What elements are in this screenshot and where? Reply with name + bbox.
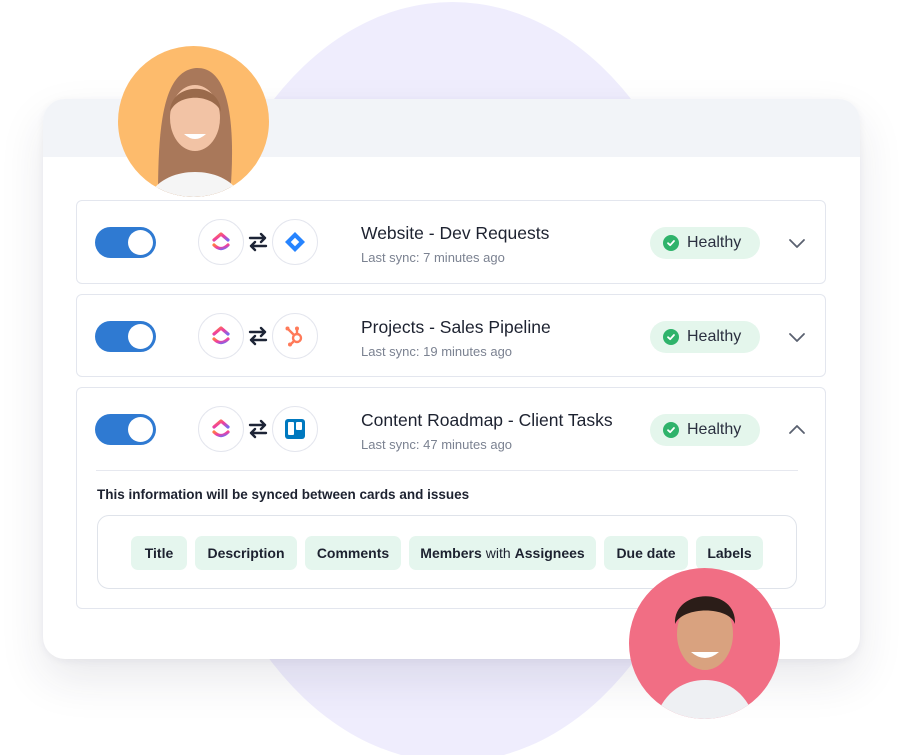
status-badge: Healthy	[650, 227, 760, 259]
field-chip-labels: Labels	[696, 536, 763, 570]
chevron-up-icon[interactable]	[787, 420, 807, 440]
status-badge: Healthy	[650, 321, 760, 353]
avatar-woman	[118, 46, 269, 197]
check-circle-icon	[663, 422, 679, 438]
status-badge: Healthy	[650, 414, 760, 446]
avatar-man	[629, 568, 780, 719]
sync-arrows-icon	[248, 326, 268, 346]
field-chip-title: Title	[131, 536, 187, 570]
check-circle-icon	[663, 329, 679, 345]
chip-connector: with	[485, 545, 511, 561]
chip-label: Comments	[316, 545, 390, 561]
status-label: Healthy	[687, 421, 742, 438]
integration-row[interactable]: Projects - Sales Pipeline Last sync: 19 …	[76, 294, 826, 377]
integration-title: Content Roadmap - Client Tasks	[361, 410, 613, 430]
integration-row[interactable]: Website - Dev Requests Last sync: 7 minu…	[76, 200, 826, 284]
toggle-knob	[128, 324, 153, 349]
chip-label: Title	[144, 545, 174, 561]
toggle-knob	[128, 230, 153, 255]
enable-toggle[interactable]	[95, 227, 156, 258]
check-circle-icon	[663, 235, 679, 251]
chip-label: Description	[207, 545, 285, 561]
clickup-icon	[198, 406, 244, 452]
divider	[96, 470, 798, 471]
chevron-down-icon[interactable]	[787, 233, 807, 253]
enable-toggle[interactable]	[95, 414, 156, 445]
enable-toggle[interactable]	[95, 321, 156, 352]
integration-title: Projects - Sales Pipeline	[361, 317, 551, 337]
chip-label: Due date	[616, 545, 676, 561]
field-chip-members-assignees: Members with Assignees	[409, 536, 596, 570]
field-chip-description: Description	[195, 536, 297, 570]
clickup-icon	[198, 219, 244, 265]
field-chip-comments: Comments	[305, 536, 401, 570]
integration-title: Website - Dev Requests	[361, 223, 550, 243]
chip-label: Members	[420, 545, 482, 561]
chip-label: Labels	[707, 545, 752, 561]
status-label: Healthy	[687, 234, 742, 251]
clickup-icon	[198, 313, 244, 359]
chevron-down-icon[interactable]	[787, 327, 807, 347]
sync-arrows-icon	[248, 232, 268, 252]
toggle-knob	[128, 417, 153, 442]
hubspot-icon	[272, 313, 318, 359]
sync-arrows-icon	[248, 419, 268, 439]
last-sync-text: Last sync: 19 minutes ago	[361, 344, 513, 359]
trello-icon	[272, 406, 318, 452]
last-sync-text: Last sync: 47 minutes ago	[361, 437, 513, 452]
sync-fields-heading: This information will be synced between …	[97, 487, 470, 502]
status-label: Healthy	[687, 328, 742, 345]
jira-icon	[272, 219, 318, 265]
last-sync-text: Last sync: 7 minutes ago	[361, 250, 505, 265]
chip-label: Assignees	[514, 545, 585, 561]
field-chip-due-date: Due date	[604, 536, 688, 570]
